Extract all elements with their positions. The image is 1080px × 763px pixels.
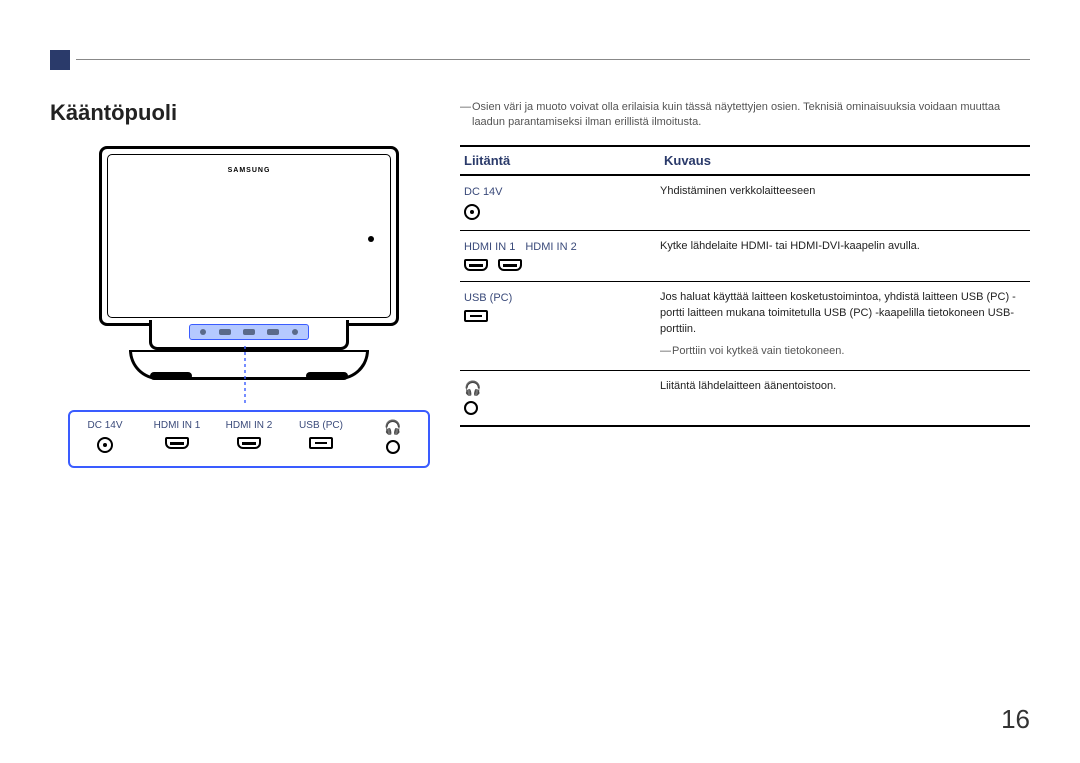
usb-icon (464, 310, 488, 322)
row-dc-label: DC 14V (464, 186, 660, 198)
row-dc-desc: Yhdistäminen verkkolaitteeseen (660, 184, 1026, 200)
row-usb-subnote-text: Porttiin voi kytkeä vain tietokoneen. (672, 345, 844, 357)
monitor-diagram: SAMSUNG (50, 146, 430, 468)
hdmi-icon (165, 437, 189, 449)
row-usb-subnote: ― Porttiin voi kytkeä vain tietokoneen. (660, 344, 1026, 360)
header-rule (76, 59, 1030, 60)
port-usb: USB (PC) (296, 420, 346, 449)
hdmi-icon (498, 259, 522, 271)
headphone-jack-icon (464, 401, 478, 415)
brand-logo: SAMSUNG (228, 167, 271, 174)
table-header: Liitäntä Kuvaus (460, 145, 1030, 176)
headphone-icon: 🎧 (464, 381, 660, 395)
table-row: DC 14V Yhdistäminen verkkolaitteeseen (460, 176, 1030, 231)
monitor-neck (149, 320, 349, 350)
hdmi-icon (464, 259, 488, 271)
headphone-jack-icon (386, 440, 400, 454)
headphone-icon: 🎧 (384, 420, 401, 434)
table-row: 🎧 Liitäntä lähdelaitteen äänentoistoon. (460, 371, 1030, 427)
note-dash: ― (660, 344, 671, 360)
dc-jack-icon (464, 204, 480, 220)
top-note: ― Osien väri ja muoto voivat olla erilai… (460, 100, 1030, 131)
port-hdmi1: HDMI IN 1 (152, 420, 202, 449)
th-kuvaus: Kuvaus (660, 147, 1030, 174)
ir-indicator (368, 236, 374, 242)
table-row: USB (PC) Jos haluat käyttää laitteen kos… (460, 282, 1030, 371)
th-liitanta: Liitäntä (460, 147, 660, 174)
monitor-base (129, 350, 369, 380)
section-title: Kääntöpuoli (50, 100, 430, 126)
row-hdmi2-label: HDMI IN 2 (525, 241, 576, 253)
header-accent-block (50, 50, 70, 70)
hdmi-icon (237, 437, 261, 449)
row-hp-desc: Liitäntä lähdelaitteen äänentoistoon. (660, 379, 1026, 395)
dc-jack-icon (97, 437, 113, 453)
monitor-screen: SAMSUNG (99, 146, 399, 326)
port-strip-highlight (189, 324, 309, 340)
port-panel: DC 14V HDMI IN 1 HDMI IN 2 USB (PC) (68, 410, 430, 468)
note-dash: ― (460, 100, 471, 115)
port-hdmi2-label: HDMI IN 2 (226, 420, 273, 431)
table-row: HDMI IN 1 HDMI IN 2 Kytke lähdelaite HDM… (460, 231, 1030, 282)
usb-icon (309, 437, 333, 449)
port-usb-label: USB (PC) (299, 420, 343, 431)
port-hdmi1-label: HDMI IN 1 (154, 420, 201, 431)
page-number: 16 (1001, 704, 1030, 735)
port-dc: DC 14V (80, 420, 130, 453)
row-usb-desc: Jos haluat käyttää laitteen kosketustoim… (660, 291, 1016, 335)
top-note-text: Osien väri ja muoto voivat olla erilaisi… (472, 101, 1000, 128)
row-usb-label: USB (PC) (464, 292, 660, 304)
row-hdmi1-label: HDMI IN 1 (464, 241, 515, 253)
port-dc-label: DC 14V (87, 420, 122, 431)
port-hdmi2: HDMI IN 2 (224, 420, 274, 449)
row-hdmi-desc: Kytke lähdelaite HDMI- tai HDMI-DVI-kaap… (660, 239, 1026, 255)
port-headphone: 🎧 (368, 420, 418, 454)
